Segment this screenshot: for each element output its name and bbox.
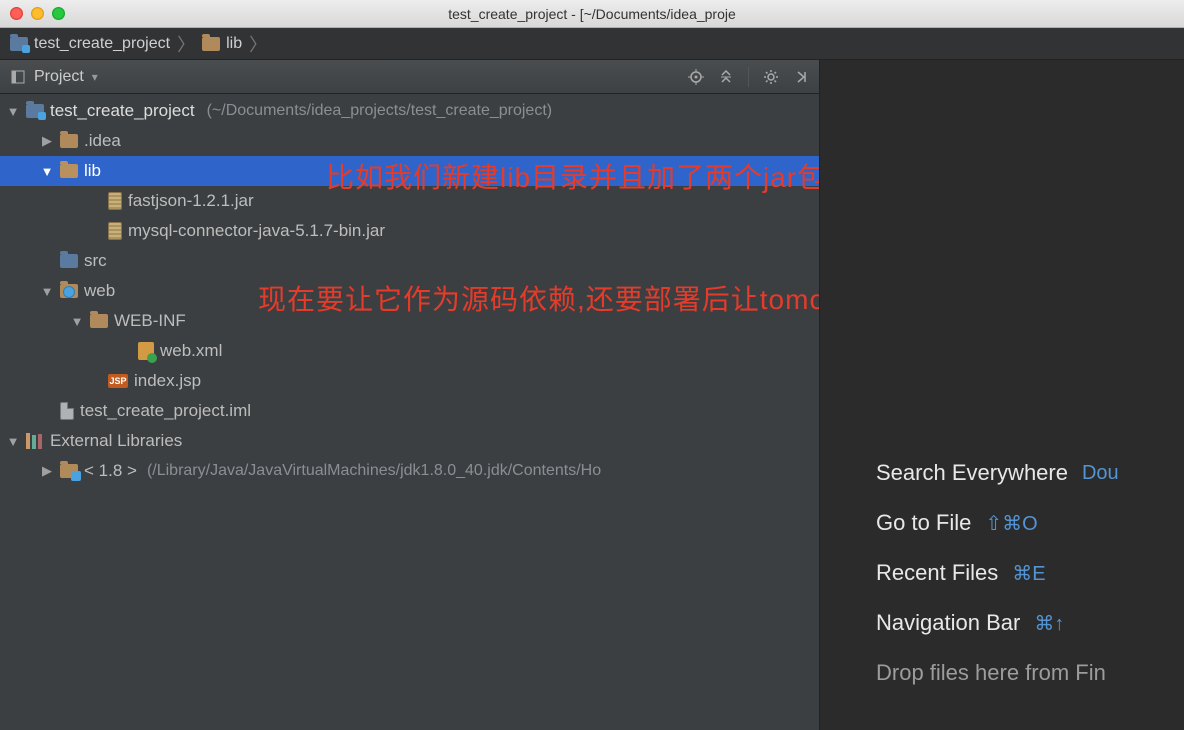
web-folder-icon: [60, 284, 78, 298]
breadcrumb-item-label: test_create_project: [34, 35, 170, 53]
breadcrumb: test_create_project 〉 lib 〉: [0, 28, 1184, 60]
expand-arrow-icon[interactable]: [70, 314, 84, 329]
gear-icon[interactable]: [763, 69, 779, 85]
separator: [748, 67, 749, 87]
project-toolbar: Project ▾: [0, 60, 819, 94]
tree-label: web: [84, 281, 115, 301]
locate-icon[interactable]: [688, 69, 704, 85]
tree-label: src: [84, 251, 107, 271]
source-folder-icon: [60, 254, 78, 268]
breadcrumb-item-project[interactable]: test_create_project: [4, 32, 176, 56]
library-icon: [26, 433, 44, 449]
hide-icon[interactable]: [793, 69, 809, 85]
folder-icon: [60, 134, 78, 148]
expand-arrow-icon[interactable]: [40, 463, 54, 479]
minimize-icon[interactable]: [31, 7, 44, 20]
tree-row-indexjsp[interactable]: JSP index.jsp: [0, 366, 819, 396]
tree-label: fastjson-1.2.1.jar: [128, 191, 254, 211]
tree-row-sdk[interactable]: < 1.8 > (/Library/Java/JavaVirtualMachin…: [0, 456, 819, 486]
editor-welcome: Search Everywhere Dou Go to File ⇧⌘O Rec…: [820, 60, 1184, 730]
expand-arrow-icon[interactable]: [40, 164, 54, 179]
close-icon[interactable]: [10, 7, 23, 20]
module-folder-icon: [10, 37, 28, 51]
tree-row-web[interactable]: web: [0, 276, 819, 306]
tree-label: WEB-INF: [114, 311, 186, 331]
tree-row-idea[interactable]: .idea: [0, 126, 819, 156]
tree-label: index.jsp: [134, 371, 201, 391]
tree-label: test_create_project.iml: [80, 401, 251, 421]
tree-label: mysql-connector-java-5.1.7-bin.jar: [128, 221, 385, 241]
jar-icon: [108, 222, 122, 240]
hint-navigation-bar: Navigation Bar ⌘↑: [876, 610, 1184, 636]
hint-recent-files: Recent Files ⌘E: [876, 560, 1184, 586]
hint-label: Go to File: [876, 510, 971, 536]
tree-row-webxml[interactable]: web.xml: [0, 336, 819, 366]
collapse-all-icon[interactable]: [718, 69, 734, 85]
tree-label: External Libraries: [50, 431, 182, 451]
tree-row-webinf[interactable]: WEB-INF: [0, 306, 819, 336]
titlebar: test_create_project - [~/Documents/idea_…: [0, 0, 1184, 28]
chevron-right-icon: 〉: [248, 31, 268, 57]
hint-shortcut: ⇧⌘O: [985, 511, 1037, 536]
hint-shortcut: ⌘↑: [1034, 611, 1064, 636]
tree-label: < 1.8 >: [84, 461, 137, 481]
expand-arrow-icon[interactable]: [40, 284, 54, 299]
chevron-right-icon: 〉: [176, 31, 196, 57]
project-tool-window: Project ▾: [0, 60, 820, 730]
tree-row-external-libs[interactable]: External Libraries: [0, 426, 819, 456]
window-title: test_create_project - [~/Documents/idea_…: [448, 6, 736, 22]
hint-goto-file: Go to File ⇧⌘O: [876, 510, 1184, 536]
xml-file-icon: [138, 342, 154, 360]
hint-label: Search Everywhere: [876, 460, 1068, 486]
sdk-icon: [60, 464, 78, 478]
jar-icon: [108, 192, 122, 210]
file-icon: [60, 402, 74, 420]
zoom-icon[interactable]: [52, 7, 65, 20]
folder-icon: [90, 314, 108, 328]
hint-label: Drop files here from Fin: [876, 660, 1106, 686]
chevron-down-icon[interactable]: ▾: [92, 70, 98, 84]
breadcrumb-item-lib[interactable]: lib: [196, 32, 248, 56]
tree-row-jar[interactable]: fastjson-1.2.1.jar: [0, 186, 819, 216]
breadcrumb-item-label: lib: [226, 35, 242, 53]
module-folder-icon: [26, 104, 44, 118]
folder-icon: [60, 164, 78, 178]
project-tree[interactable]: test_create_project (~/Documents/idea_pr…: [0, 94, 819, 730]
folder-icon: [202, 37, 220, 51]
tree-label: .idea: [84, 131, 121, 151]
tree-path: (~/Documents/idea_projects/test_create_p…: [207, 102, 553, 120]
hint-search-everywhere: Search Everywhere Dou: [876, 460, 1184, 486]
window-controls: [10, 7, 65, 20]
tree-path: (/Library/Java/JavaVirtualMachines/jdk1.…: [147, 462, 601, 480]
tree-row-root[interactable]: test_create_project (~/Documents/idea_pr…: [0, 96, 819, 126]
hint-label: Recent Files: [876, 560, 998, 586]
tree-row-jar[interactable]: mysql-connector-java-5.1.7-bin.jar: [0, 216, 819, 246]
hint-shortcut: Dou: [1082, 462, 1119, 485]
tree-row-lib[interactable]: lib: [0, 156, 819, 186]
tree-label: web.xml: [160, 341, 222, 361]
project-toolbar-label[interactable]: Project: [34, 68, 84, 86]
tree-label: test_create_project: [50, 101, 195, 121]
hint-drop-files: Drop files here from Fin: [876, 660, 1184, 686]
expand-arrow-icon[interactable]: [6, 434, 20, 449]
tree-label: lib: [84, 161, 101, 181]
tree-row-iml[interactable]: test_create_project.iml: [0, 396, 819, 426]
expand-arrow-icon[interactable]: [40, 133, 54, 149]
hint-label: Navigation Bar: [876, 610, 1020, 636]
project-view-icon[interactable]: [10, 69, 26, 85]
tree-row-src[interactable]: src: [0, 246, 819, 276]
jsp-file-icon: JSP: [108, 374, 128, 388]
expand-arrow-icon[interactable]: [6, 104, 20, 119]
hint-shortcut: ⌘E: [1012, 561, 1045, 586]
